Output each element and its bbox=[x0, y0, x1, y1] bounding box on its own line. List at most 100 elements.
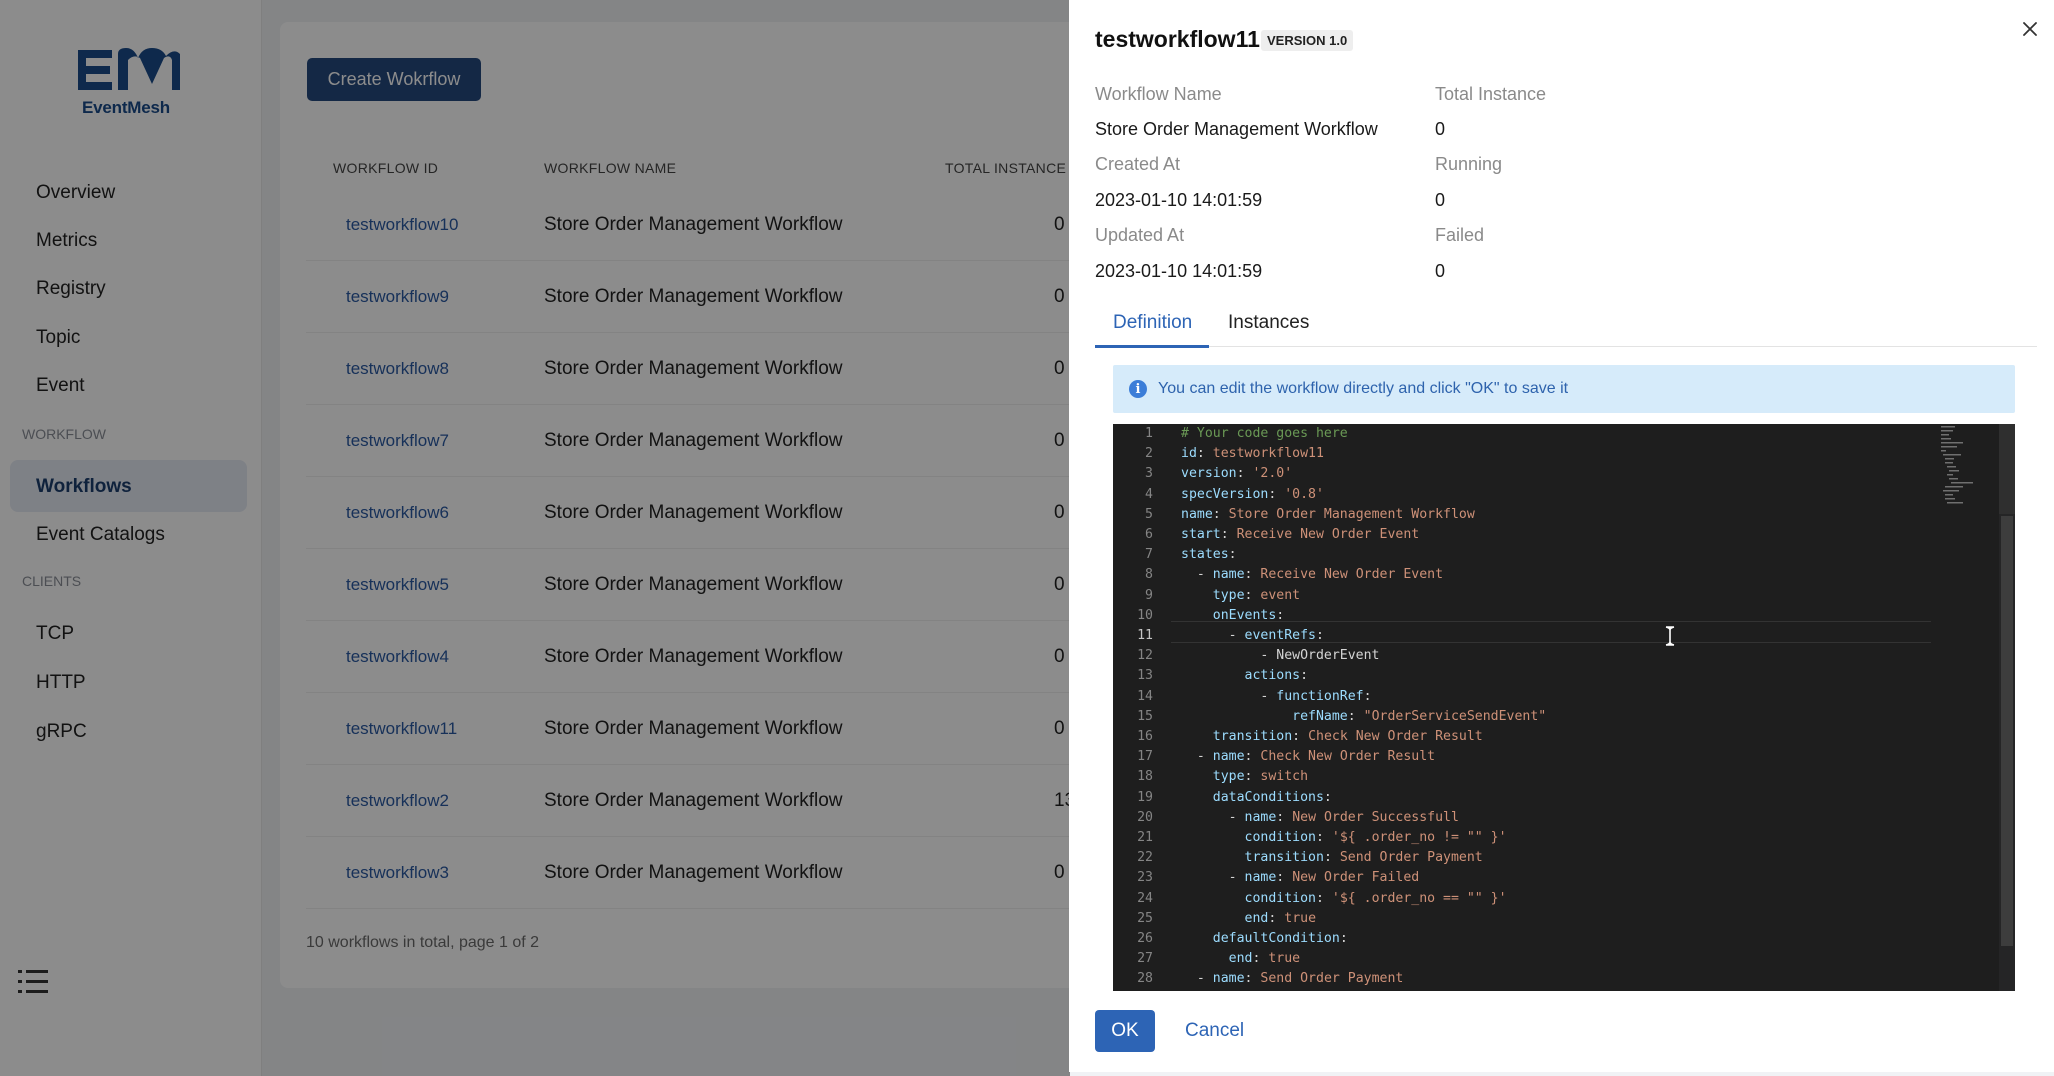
code-line[interactable]: 19 dataConditions: bbox=[1113, 790, 1933, 810]
line-number: 3 bbox=[1145, 466, 1153, 482]
code-line[interactable]: 26 defaultCondition: bbox=[1113, 931, 1933, 951]
code-text[interactable]: id: testworkflow11 bbox=[1181, 446, 1324, 461]
code-text[interactable]: - functionRef: bbox=[1181, 689, 1371, 704]
editor-scrollbar-thumb[interactable] bbox=[2001, 516, 2013, 946]
code-line[interactable]: 27 end: true bbox=[1113, 951, 1933, 971]
code-line[interactable]: 1 # Your code goes here bbox=[1113, 426, 1933, 446]
code-editor[interactable]: 1 # Your code goes here 2 id: testworkflow1… bbox=[1113, 424, 2015, 991]
code-line[interactable]: 22 transition: Send Order Payment bbox=[1113, 850, 1933, 870]
code-text[interactable]: onEvents: bbox=[1181, 608, 1284, 623]
close-icon[interactable] bbox=[2019, 18, 2041, 40]
line-number: 2 bbox=[1145, 446, 1153, 462]
code-text[interactable]: end: true bbox=[1181, 911, 1316, 926]
line-number: 9 bbox=[1145, 587, 1153, 603]
code-text[interactable]: type: event bbox=[1181, 588, 1300, 603]
code-line[interactable]: 14 - functionRef: bbox=[1113, 689, 1933, 709]
drawer-title: testworkflow11 bbox=[1095, 26, 1260, 52]
alert-message: You can edit the workflow directly and c… bbox=[1158, 380, 1569, 397]
code-line[interactable]: 15 refName: "OrderServiceSendEvent" bbox=[1113, 709, 1933, 729]
code-line[interactable]: 6 start: Receive New Order Event bbox=[1113, 527, 1933, 547]
tab-definition[interactable]: Definition bbox=[1113, 312, 1192, 334]
line-number: 4 bbox=[1145, 486, 1153, 502]
code-text[interactable]: start: Receive New Order Event bbox=[1181, 527, 1419, 542]
line-number: 12 bbox=[1137, 648, 1153, 664]
active-tab-indicator bbox=[1095, 345, 1209, 348]
code-text[interactable]: condition: '${ .order_no == "" }' bbox=[1181, 891, 1507, 906]
code-text[interactable]: name: Store Order Management Workflow bbox=[1181, 507, 1475, 522]
code-text[interactable]: - name: Receive New Order Event bbox=[1181, 567, 1443, 582]
code-text[interactable]: condition: '${ .order_no != "" }' bbox=[1181, 830, 1507, 845]
line-number: 8 bbox=[1145, 567, 1153, 583]
code-text[interactable]: - name: New Order Failed bbox=[1181, 870, 1420, 885]
line-number: 20 bbox=[1137, 809, 1153, 825]
line-number: 14 bbox=[1137, 688, 1153, 704]
version-badge: VERSION 1.0 bbox=[1261, 30, 1354, 51]
line-number: 23 bbox=[1137, 870, 1153, 886]
running-value: 0 bbox=[1435, 190, 1446, 210]
code-line[interactable]: 3 version: '2.0' bbox=[1113, 466, 1933, 486]
code-line[interactable]: 17 - name: Check New Order Result bbox=[1113, 749, 1933, 769]
tab-instances[interactable]: Instances bbox=[1228, 312, 1309, 334]
line-number: 11 bbox=[1137, 628, 1153, 643]
code-line[interactable]: 24 condition: '${ .order_no == "" }' bbox=[1113, 891, 1933, 911]
line-number: 18 bbox=[1137, 769, 1153, 785]
line-number: 25 bbox=[1137, 910, 1153, 926]
modal-overlay[interactable] bbox=[0, 0, 1070, 1076]
running-label: Running bbox=[1435, 154, 1503, 174]
code-text[interactable]: end: true bbox=[1181, 951, 1300, 966]
editor-minimap[interactable] bbox=[1939, 424, 1999, 508]
code-text[interactable]: - name: Send Order Payment bbox=[1181, 971, 1403, 986]
ok-button[interactable]: OK bbox=[1095, 1010, 1155, 1052]
code-line[interactable]: 5 name: Store Order Management Workflow bbox=[1113, 507, 1933, 527]
code-line[interactable]: 10 onEvents: bbox=[1113, 608, 1933, 628]
code-line[interactable]: 16 transition: Check New Order Result bbox=[1113, 729, 1933, 749]
code-text[interactable]: - name: New Order Successfull bbox=[1181, 810, 1459, 825]
tab-bar-divider bbox=[1095, 346, 2037, 347]
created-at-value: 2023-01-10 14:01:59 bbox=[1095, 190, 1263, 210]
updated-at-label: Updated At bbox=[1095, 225, 1185, 245]
code-line[interactable]: 21 condition: '${ .order_no != "" }' bbox=[1113, 830, 1933, 850]
line-number: 16 bbox=[1137, 729, 1153, 744]
code-line[interactable]: 8 - name: Receive New Order Event bbox=[1113, 567, 1933, 587]
line-number: 17 bbox=[1137, 749, 1153, 765]
code-line[interactable]: 13 actions: bbox=[1113, 668, 1933, 688]
line-number: 6 bbox=[1145, 527, 1153, 542]
code-line[interactable]: 9 type: event bbox=[1113, 588, 1933, 608]
line-number: 15 bbox=[1137, 708, 1153, 724]
line-number: 21 bbox=[1137, 830, 1153, 845]
code-line[interactable]: 7 states: bbox=[1113, 547, 1933, 567]
created-at-label: Created At bbox=[1095, 154, 1181, 174]
line-number: 13 bbox=[1137, 668, 1153, 684]
code-text[interactable]: - NewOrderEvent bbox=[1181, 648, 1379, 663]
code-line[interactable]: 2 id: testworkflow11 bbox=[1113, 446, 1933, 466]
line-number: 26 bbox=[1137, 931, 1153, 946]
code-line[interactable]: 4 specVersion: '0.8' bbox=[1113, 487, 1933, 507]
workflow-name-value: Store Order Management Workflow bbox=[1095, 119, 1378, 139]
text-cursor-icon bbox=[1665, 626, 1675, 646]
workflow-name-label: Workflow Name bbox=[1095, 84, 1222, 104]
code-text[interactable]: transition: Check New Order Result bbox=[1181, 729, 1483, 744]
code-text[interactable]: - eventRefs: bbox=[1181, 628, 1324, 643]
code-text[interactable]: actions: bbox=[1181, 668, 1309, 683]
code-line[interactable]: 20 - name: New Order Successfull bbox=[1113, 810, 1933, 830]
code-text[interactable]: dataConditions: bbox=[1181, 790, 1332, 805]
code-line[interactable]: 23 - name: New Order Failed bbox=[1113, 870, 1933, 890]
code-text[interactable]: defaultCondition: bbox=[1181, 931, 1348, 946]
code-text[interactable]: transition: Send Order Payment bbox=[1181, 850, 1483, 865]
line-number: 1 bbox=[1145, 426, 1153, 441]
code-text[interactable]: specVersion: '0.8' bbox=[1181, 487, 1324, 502]
code-line[interactable]: 25 end: true bbox=[1113, 911, 1933, 931]
code-line[interactable]: 11 - eventRefs: bbox=[1113, 628, 1933, 648]
failed-label: Failed bbox=[1435, 225, 1485, 245]
code-line[interactable]: 18 type: switch bbox=[1113, 769, 1933, 789]
code-line[interactable]: 12 - NewOrderEvent bbox=[1113, 648, 1933, 668]
code-text[interactable]: type: switch bbox=[1181, 769, 1308, 784]
code-text[interactable]: - name: Check New Order Result bbox=[1181, 749, 1435, 764]
cancel-button[interactable]: Cancel bbox=[1185, 1020, 1244, 1042]
code-text[interactable]: # Your code goes here bbox=[1181, 426, 1348, 441]
code-text[interactable]: refName: "OrderServiceSendEvent" bbox=[1181, 709, 1546, 724]
code-text[interactable]: version: '2.0' bbox=[1181, 466, 1292, 481]
code-line[interactable]: 28 - name: Send Order Payment bbox=[1113, 971, 1933, 991]
code-text[interactable]: states: bbox=[1181, 547, 1237, 562]
updated-at-value: 2023-01-10 14:01:59 bbox=[1095, 261, 1263, 281]
